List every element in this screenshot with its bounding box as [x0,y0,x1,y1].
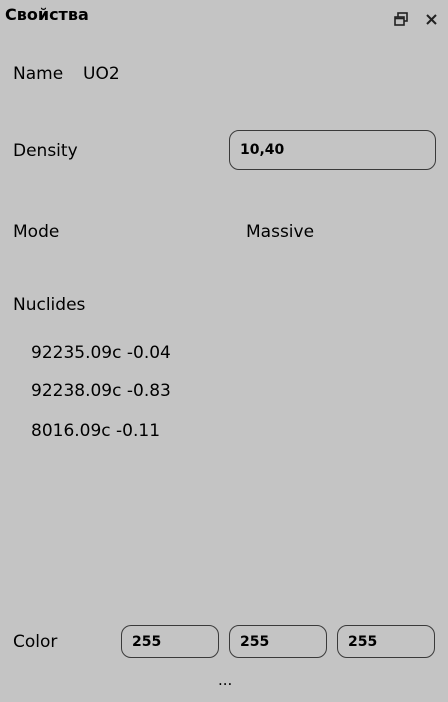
panel-title: Свойства [5,5,89,24]
color-g-input[interactable]: 255 [229,625,327,658]
nuclide-item: 8016.09c -0.11 [31,421,161,441]
nuclide-item: 92235.09c -0.04 [31,343,171,363]
color-label: Color [13,632,58,652]
nuclide-item: 92238.09c -0.83 [31,381,171,401]
more-button[interactable]: ... [218,671,232,689]
restore-button[interactable] [393,11,409,27]
density-label: Density [13,141,78,161]
color-b-input[interactable]: 255 [337,625,435,658]
title-bar: Свойства [0,0,448,34]
nuclides-label: Nuclides [13,295,86,315]
close-icon [425,13,437,25]
restore-icon [394,12,408,26]
properties-panel: Свойства Name UO2 Density 10,40 Mode Mas… [0,0,448,702]
color-r-input[interactable]: 255 [121,625,219,658]
name-label: Name [13,64,64,84]
density-input[interactable]: 10,40 [229,130,436,170]
mode-value: Massive [246,222,315,242]
mode-label: Mode [13,222,60,242]
name-value: UO2 [83,64,120,84]
close-button[interactable] [423,11,439,27]
